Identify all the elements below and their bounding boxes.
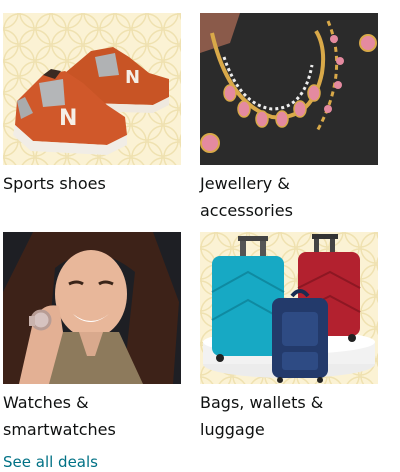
category-label: Sports shoes (3, 174, 106, 193)
sports-shoes-image: N N (3, 13, 181, 165)
svg-text:N: N (59, 106, 77, 131)
category-label: Jewellery & accessories (200, 174, 293, 220)
watch-model-image (3, 232, 181, 384)
see-all-deals-link[interactable]: See all deals (3, 452, 98, 472)
category-card-sports-shoes[interactable]: N N Sports shoes (3, 13, 181, 197)
category-card-luggage[interactable]: Bags, wallets & luggage (200, 232, 378, 443)
svg-text:N: N (125, 67, 140, 88)
category-label: Bags, wallets & luggage (200, 393, 324, 439)
luggage-image (200, 232, 378, 384)
category-card-jewellery[interactable]: Jewellery & accessories (200, 13, 378, 224)
category-card-watches[interactable]: Watches & smartwatches (3, 232, 181, 443)
category-label: Watches & smartwatches (3, 393, 116, 439)
jewellery-image (200, 13, 378, 165)
